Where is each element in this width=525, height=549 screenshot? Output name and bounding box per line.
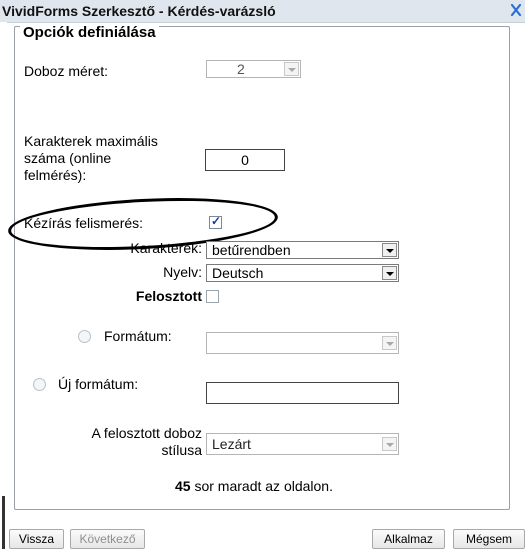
language-select[interactable]: Deutsch xyxy=(206,264,399,282)
title-bar: VividForms Szerkesztő - Kérdés-varázsló xyxy=(0,0,525,23)
remaining-count: 45 xyxy=(175,478,191,494)
new-format-radio[interactable] xyxy=(33,378,46,391)
window-title: VividForms Szerkesztő - Kérdés-varázsló xyxy=(2,3,276,19)
left-edge xyxy=(0,22,7,549)
back-button[interactable]: Vissza xyxy=(9,529,64,549)
characters-value: betűrendben xyxy=(212,242,291,258)
new-format-label: Új formátum: xyxy=(58,376,139,392)
chevron-down-icon xyxy=(382,243,397,257)
chevron-down-icon xyxy=(382,437,397,451)
chevron-down-icon xyxy=(382,336,397,350)
chevron-down-icon xyxy=(382,266,397,280)
left-edge-marker xyxy=(2,496,5,549)
split-box-style-label-2: stílusa xyxy=(161,442,202,458)
apply-button[interactable]: Alkalmaz xyxy=(372,529,445,549)
close-icon[interactable] xyxy=(509,2,523,18)
cancel-button[interactable]: Mégsem xyxy=(453,529,525,549)
language-label: Nyelv: xyxy=(163,264,202,280)
remaining-lines: 45 sor maradt az oldalon. xyxy=(175,478,333,494)
split-label: Felosztott xyxy=(135,288,202,304)
max-chars-value: 0 xyxy=(241,152,249,168)
split-box-style-select[interactable]: Lezárt xyxy=(206,433,399,455)
split-box-style-value: Lezárt xyxy=(212,436,251,452)
split-box-style-label-1: A felosztott doboz xyxy=(91,425,202,441)
box-size-label: Doboz méret: xyxy=(24,63,109,79)
remaining-text: sor maradt az oldalon. xyxy=(194,478,333,494)
max-chars-label-2: száma (online xyxy=(24,150,112,166)
chevron-down-icon xyxy=(284,62,299,76)
box-size-select[interactable]: 2 xyxy=(206,60,301,78)
format-label: Formátum: xyxy=(104,328,172,344)
characters-label: Karakterek: xyxy=(130,240,202,256)
max-chars-label-3: felmérés): xyxy=(24,167,87,183)
format-select[interactable] xyxy=(206,332,399,354)
new-format-input[interactable] xyxy=(206,382,399,404)
next-button[interactable]: Következő xyxy=(70,529,145,549)
max-chars-label-1: Karakterek maximális xyxy=(24,133,158,149)
characters-select[interactable]: betűrendben xyxy=(206,241,399,259)
max-chars-input[interactable]: 0 xyxy=(205,149,285,171)
language-value: Deutsch xyxy=(212,265,264,281)
box-size-value: 2 xyxy=(237,61,245,77)
split-checkbox[interactable] xyxy=(206,290,219,303)
format-radio[interactable] xyxy=(78,330,91,343)
options-legend: Opciók definiálása xyxy=(20,24,159,41)
